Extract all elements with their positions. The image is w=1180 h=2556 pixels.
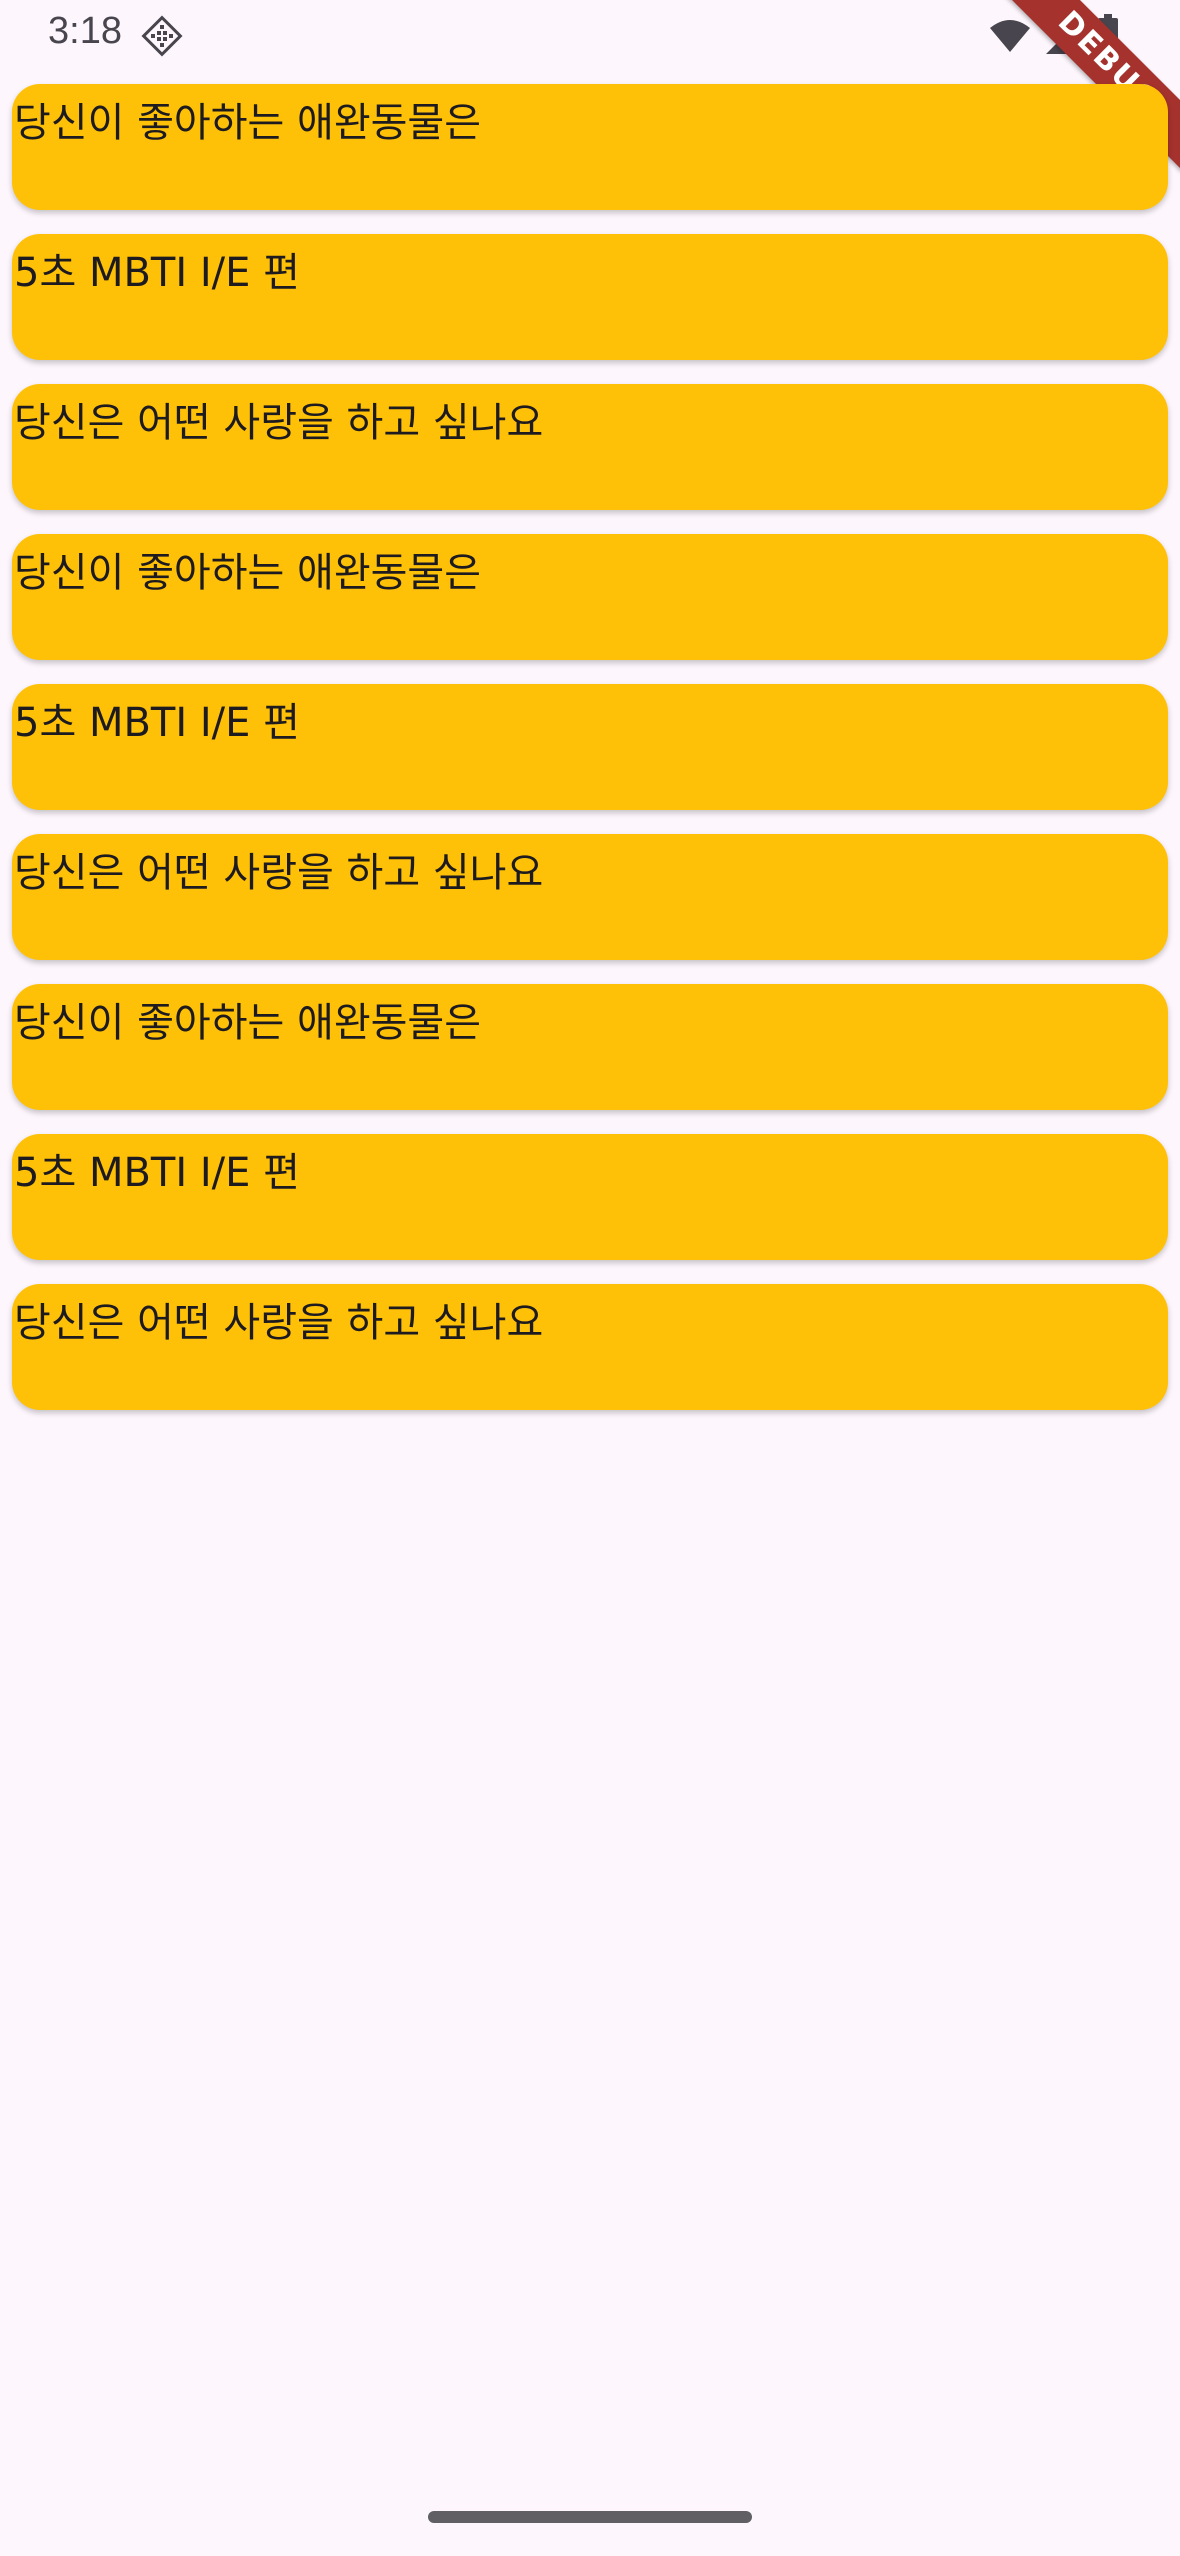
quiz-card[interactable]: 당신은 어떤 사랑을 하고 싶나요 [12, 1284, 1168, 1410]
quiz-card-title: 당신은 어떤 사랑을 하고 싶나요 [14, 850, 544, 896]
quiz-card-title: 당신이 좋아하는 애완동물은 [14, 1000, 482, 1046]
status-time: 3:18 [48, 10, 122, 52]
quiz-card-title: 5초 MBTI I/E 편 [14, 1150, 300, 1196]
quiz-card-title: 5초 MBTI I/E 편 [14, 250, 300, 296]
quiz-card-title: 당신이 좋아하는 애완동물은 [14, 100, 482, 146]
quiz-card[interactable]: 당신이 좋아하는 애완동물은 [12, 84, 1168, 210]
quiz-card[interactable]: 당신은 어떤 사랑을 하고 싶나요 [12, 384, 1168, 510]
status-bar: 3:18 [0, 0, 1180, 72]
quiz-card[interactable]: 당신이 좋아하는 애완동물은 [12, 534, 1168, 660]
quiz-card-title: 당신은 어떤 사랑을 하고 싶나요 [14, 1300, 544, 1346]
android-studio-diamond-icon [141, 15, 183, 57]
quiz-card[interactable]: 당신은 어떤 사랑을 하고 싶나요 [12, 834, 1168, 960]
wifi-icon [990, 20, 1030, 52]
quiz-card-title: 당신이 좋아하는 애완동물은 [14, 550, 482, 596]
quiz-card[interactable]: 5초 MBTI I/E 편 [12, 234, 1168, 360]
battery-icon [1098, 14, 1118, 56]
quiz-card-title: 5초 MBTI I/E 편 [14, 700, 300, 746]
quiz-card[interactable]: 5초 MBTI I/E 편 [12, 1134, 1168, 1260]
quiz-card-list: 당신이 좋아하는 애완동물은 5초 MBTI I/E 편 당신은 어떤 사랑을 … [12, 84, 1168, 1434]
quiz-card[interactable]: 당신이 좋아하는 애완동물은 [12, 984, 1168, 1110]
quiz-card-title: 당신은 어떤 사랑을 하고 싶나요 [14, 400, 544, 446]
quiz-card[interactable]: 5초 MBTI I/E 편 [12, 684, 1168, 810]
home-indicator[interactable] [428, 2511, 752, 2523]
cellular-signal-icon [1046, 18, 1082, 54]
